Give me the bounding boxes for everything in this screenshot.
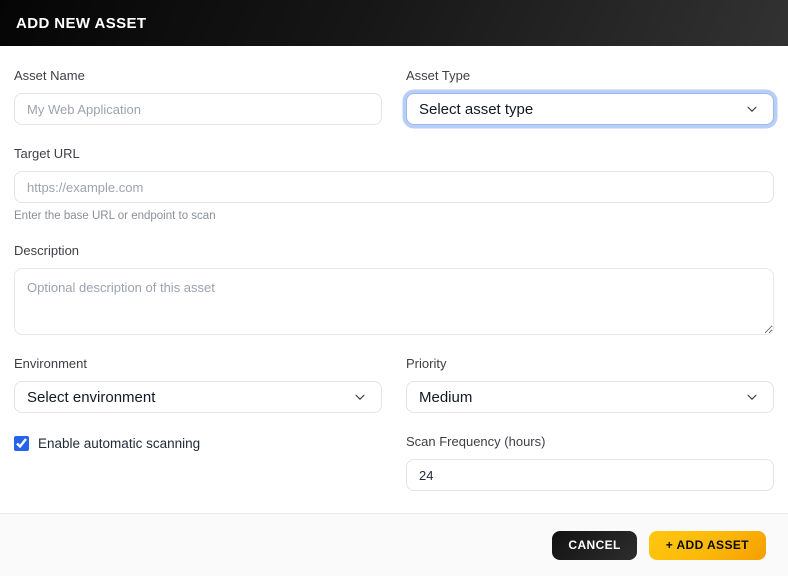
chevron-down-icon — [747, 106, 757, 112]
target-url-helper-text: Enter the base URL or endpoint to scan — [14, 210, 216, 222]
cancel-button[interactable]: CANCEL — [552, 530, 637, 560]
asset-type-select[interactable]: Select asset type — [406, 93, 774, 125]
dialog-body: Asset Name Asset Type Select asset type … — [0, 46, 788, 513]
target-url-field-group: Target URL Enter the base URL or endpoin… — [14, 146, 774, 222]
chevron-down-icon — [355, 394, 365, 400]
dialog-title: ADD NEW ASSET — [16, 14, 147, 32]
environment-select[interactable]: Select environment — [14, 381, 382, 413]
priority-field-group: Priority Medium — [406, 356, 774, 413]
environment-selected-value: Select environment — [27, 388, 156, 406]
asset-type-selected-value: Select asset type — [419, 100, 534, 118]
row-autoscan-frequency: Enable automatic scanning Scan Frequency… — [14, 434, 774, 512]
add-asset-button[interactable]: + ADD ASSET — [648, 530, 766, 560]
asset-type-label: Asset Type — [406, 68, 471, 83]
row-environment-priority: Environment Select environment Priority … — [14, 356, 774, 434]
auto-scan-label: Enable automatic scanning — [38, 436, 201, 451]
add-asset-dialog: ADD NEW ASSET Asset Name Asset Type Sele… — [0, 0, 788, 576]
asset-name-input[interactable] — [14, 93, 382, 125]
description-label: Description — [14, 243, 80, 258]
asset-name-field-group: Asset Name — [14, 68, 382, 125]
chevron-down-icon — [747, 394, 757, 400]
target-url-label: Target URL — [14, 146, 80, 161]
auto-scan-checkbox[interactable] — [14, 436, 29, 451]
environment-field-group: Environment Select environment — [14, 356, 382, 413]
asset-name-label: Asset Name — [14, 68, 85, 83]
target-url-input[interactable] — [14, 171, 774, 203]
asset-type-field-group: Asset Type Select asset type — [406, 68, 774, 125]
description-textarea[interactable] — [14, 268, 774, 335]
priority-select[interactable]: Medium — [406, 381, 774, 413]
auto-scan-field-group: Enable automatic scanning — [14, 434, 382, 491]
scan-frequency-label: Scan Frequency (hours) — [406, 434, 546, 449]
dialog-header: ADD NEW ASSET — [0, 0, 788, 46]
scan-frequency-input[interactable] — [406, 459, 774, 491]
priority-selected-value: Medium — [419, 388, 473, 406]
priority-label: Priority — [406, 356, 447, 371]
scan-frequency-field-group: Scan Frequency (hours) — [406, 434, 774, 491]
auto-scan-checkbox-row: Enable automatic scanning — [14, 434, 382, 451]
row-name-type: Asset Name Asset Type Select asset type — [14, 68, 774, 146]
dialog-footer: CANCEL + ADD ASSET — [0, 513, 788, 576]
description-field-group: Description — [14, 243, 774, 335]
environment-label: Environment — [14, 356, 87, 371]
